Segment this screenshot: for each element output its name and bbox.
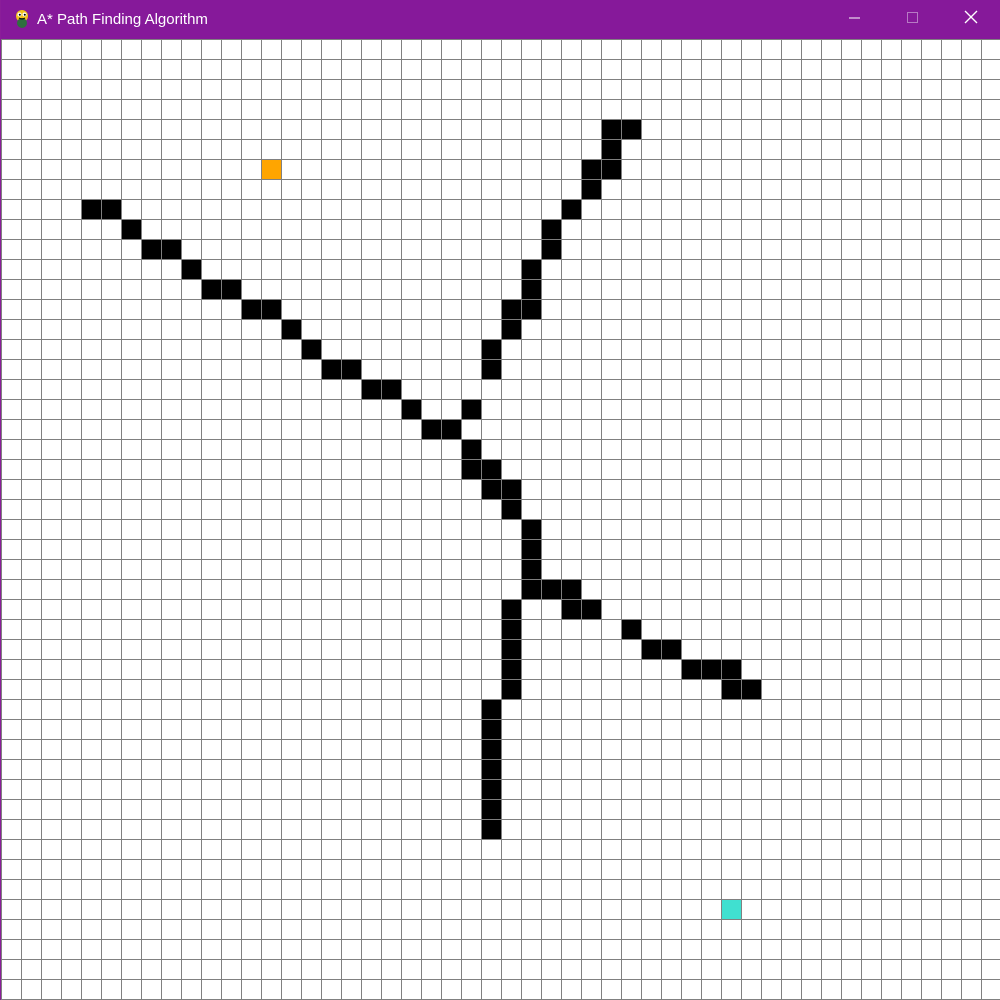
barrier-cell[interactable] bbox=[461, 439, 481, 459]
barrier-cell[interactable] bbox=[481, 719, 501, 739]
barrier-cell[interactable] bbox=[261, 299, 281, 319]
barrier-cell[interactable] bbox=[601, 139, 621, 159]
barrier-cell[interactable] bbox=[481, 779, 501, 799]
python-snake-icon bbox=[13, 9, 31, 29]
barrier-cell[interactable] bbox=[641, 639, 661, 659]
barrier-cell[interactable] bbox=[501, 659, 521, 679]
barrier-cell[interactable] bbox=[361, 379, 381, 399]
grid-lines bbox=[1, 39, 1000, 1000]
barrier-cell[interactable] bbox=[721, 679, 741, 699]
barrier-cell[interactable] bbox=[381, 379, 401, 399]
close-button[interactable] bbox=[942, 0, 1000, 39]
barrier-cell[interactable] bbox=[561, 599, 581, 619]
barrier-cell[interactable] bbox=[221, 279, 241, 299]
barrier-cell[interactable] bbox=[481, 739, 501, 759]
barrier-cell[interactable] bbox=[81, 199, 101, 219]
barrier-cell[interactable] bbox=[501, 319, 521, 339]
barrier-cell[interactable] bbox=[621, 119, 641, 139]
barrier-cell[interactable] bbox=[201, 279, 221, 299]
barrier-cell[interactable] bbox=[601, 159, 621, 179]
barrier-cell[interactable] bbox=[461, 399, 481, 419]
barrier-cell[interactable] bbox=[461, 459, 481, 479]
barrier-cell[interactable] bbox=[581, 159, 601, 179]
title-bar[interactable]: A* Path Finding Algorithm bbox=[1, 0, 1000, 39]
minimize-button[interactable] bbox=[826, 0, 884, 39]
barrier-cell[interactable] bbox=[481, 359, 501, 379]
app-window: A* Path Finding Algorithm bbox=[0, 0, 1000, 1000]
barrier-cell[interactable] bbox=[621, 619, 641, 639]
barrier-cell[interactable] bbox=[481, 799, 501, 819]
barrier-cell[interactable] bbox=[301, 339, 321, 359]
barrier-cell[interactable] bbox=[481, 479, 501, 499]
barrier-cell[interactable] bbox=[521, 519, 541, 539]
minimize-icon bbox=[849, 11, 861, 29]
barrier-cell[interactable] bbox=[501, 599, 521, 619]
barrier-cell[interactable] bbox=[161, 239, 181, 259]
barrier-cell[interactable] bbox=[121, 219, 141, 239]
barrier-cell[interactable] bbox=[741, 679, 761, 699]
barrier-cell[interactable] bbox=[141, 239, 161, 259]
barrier-cell[interactable] bbox=[721, 659, 741, 679]
grid-canvas[interactable] bbox=[1, 39, 1000, 1000]
barrier-cell[interactable] bbox=[561, 199, 581, 219]
barrier-cell[interactable] bbox=[401, 399, 421, 419]
window-title: A* Path Finding Algorithm bbox=[37, 11, 208, 28]
maximize-icon bbox=[907, 11, 919, 29]
barrier-cell[interactable] bbox=[541, 579, 561, 599]
barrier-cell[interactable] bbox=[701, 659, 721, 679]
barrier-cell[interactable] bbox=[521, 539, 541, 559]
barrier-cell[interactable] bbox=[521, 579, 541, 599]
barrier-cell[interactable] bbox=[501, 499, 521, 519]
barrier-cell[interactable] bbox=[481, 819, 501, 839]
barrier-cell[interactable] bbox=[181, 259, 201, 279]
barrier-cell[interactable] bbox=[441, 419, 461, 439]
barrier-cell[interactable] bbox=[321, 359, 341, 379]
barrier-cell[interactable] bbox=[481, 699, 501, 719]
barrier-cell[interactable] bbox=[341, 359, 361, 379]
barrier-cell[interactable] bbox=[521, 299, 541, 319]
barrier-cell[interactable] bbox=[481, 339, 501, 359]
maximize-button[interactable] bbox=[884, 0, 942, 39]
barrier-cell[interactable] bbox=[521, 559, 541, 579]
barrier-cell[interactable] bbox=[521, 259, 541, 279]
barrier-cell[interactable] bbox=[521, 279, 541, 299]
barrier-cell[interactable] bbox=[501, 639, 521, 659]
barrier-cell[interactable] bbox=[481, 759, 501, 779]
start-cell[interactable] bbox=[261, 159, 281, 179]
close-icon bbox=[964, 10, 978, 29]
barrier-cell[interactable] bbox=[601, 119, 621, 139]
barrier-cell[interactable] bbox=[501, 299, 521, 319]
barrier-cell[interactable] bbox=[541, 219, 561, 239]
path-grid[interactable] bbox=[1, 39, 1000, 1000]
barrier-cell[interactable] bbox=[101, 199, 121, 219]
barrier-cell[interactable] bbox=[281, 319, 301, 339]
barrier-cell[interactable] bbox=[681, 659, 701, 679]
barrier-cell[interactable] bbox=[541, 239, 561, 259]
barrier-cell[interactable] bbox=[581, 599, 601, 619]
barrier-cell[interactable] bbox=[501, 679, 521, 699]
barrier-cell[interactable] bbox=[241, 299, 261, 319]
barrier-cell[interactable] bbox=[581, 179, 601, 199]
barrier-cell[interactable] bbox=[561, 579, 581, 599]
barrier-cell[interactable] bbox=[501, 619, 521, 639]
barrier-cell[interactable] bbox=[421, 419, 441, 439]
barrier-cell[interactable] bbox=[501, 479, 521, 499]
barrier-cell[interactable] bbox=[481, 459, 501, 479]
barrier-cell[interactable] bbox=[661, 639, 681, 659]
end-cell[interactable] bbox=[721, 899, 741, 919]
